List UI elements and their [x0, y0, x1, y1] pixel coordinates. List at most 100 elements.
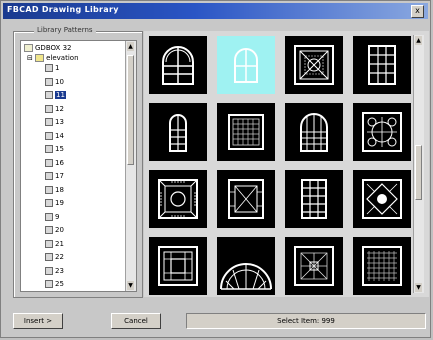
tree-item[interactable]: 14 — [45, 131, 64, 141]
pattern-file-icon — [45, 280, 53, 288]
pattern-file-icon — [45, 131, 53, 140]
pattern-tile-medallion-grille[interactable] — [149, 170, 207, 228]
tree-item-label: 25 — [55, 280, 64, 288]
scroll-thumb[interactable] — [415, 145, 422, 200]
arched-window-icon — [300, 113, 328, 152]
pattern-tile-lattice[interactable] — [217, 103, 275, 161]
tree-item[interactable]: 22 — [45, 252, 64, 262]
pattern-tile-ornate-panel[interactable] — [149, 237, 207, 295]
pattern-tile-arched-window[interactable] — [149, 36, 207, 94]
tree-item[interactable]: 17 — [45, 171, 64, 181]
tree-folder-elevation[interactable]: ⊟ elevation — [27, 53, 79, 63]
pattern-file-icon — [45, 266, 53, 275]
status-bar: Select Item: 999 — [186, 313, 426, 329]
folder-icon — [35, 54, 45, 62]
pattern-file-icon — [45, 91, 53, 99]
scroll-up-icon[interactable]: ▲ — [415, 36, 422, 45]
grille-icon — [158, 246, 198, 286]
pattern-tile-fine-lattice[interactable] — [353, 237, 411, 295]
pattern-grid — [144, 31, 429, 297]
tree-item-label: 11 — [55, 91, 66, 99]
pattern-tile-tall-grid[interactable] — [285, 170, 343, 228]
tree-item-label: 21 — [55, 239, 64, 248]
grille-icon — [362, 179, 402, 219]
pattern-file-icon — [45, 172, 53, 180]
pattern-file-icon — [45, 226, 53, 234]
tree-scrollbar[interactable]: ▲ ▼ — [125, 41, 136, 291]
pattern-tile-selected-window[interactable] — [217, 36, 275, 94]
tree-item-label: 19 — [55, 199, 64, 207]
pattern-file-icon — [45, 199, 53, 207]
grille-icon — [158, 179, 198, 219]
pattern-tile-framed-grille[interactable] — [217, 170, 275, 228]
fanlight-icon — [220, 263, 272, 290]
tree-item[interactable]: 20 — [45, 225, 64, 235]
pattern-tile-grid-window[interactable] — [353, 36, 411, 94]
tree-item-label: 14 — [55, 131, 64, 140]
tree-item[interactable]: 1 — [45, 63, 59, 73]
pattern-file-icon — [45, 77, 53, 86]
lattice-icon — [228, 114, 264, 150]
grid-window-icon — [368, 45, 396, 85]
pattern-tile-gothic-arch[interactable] — [285, 103, 343, 161]
grille-icon — [228, 179, 264, 219]
grille-icon — [362, 112, 402, 152]
close-button[interactable]: x — [411, 5, 424, 18]
pattern-tree[interactable]: GDBOX 32 ⊟ elevation 1 10 11 12 13 14 15 16 17 18… — [20, 40, 137, 292]
scroll-thumb[interactable] — [127, 55, 134, 165]
pattern-file-icon — [45, 64, 53, 72]
arched-window-icon — [169, 114, 187, 152]
grille-icon — [294, 246, 334, 286]
tree-item-label: 15 — [55, 145, 64, 153]
pattern-tile-narrow-arched[interactable] — [149, 103, 207, 161]
tree-item-label: 17 — [55, 172, 64, 180]
pattern-tile-floral-grille[interactable] — [353, 103, 411, 161]
tree-item[interactable]: 15 — [45, 144, 64, 154]
pattern-tile-cross-grille[interactable] — [285, 237, 343, 295]
tree-item[interactable]: 21 — [45, 239, 64, 249]
lattice-icon — [362, 246, 402, 286]
scroll-down-icon[interactable]: ▼ — [415, 283, 422, 292]
tree-item[interactable]: 13 — [45, 117, 64, 127]
folder-icon — [24, 44, 33, 52]
tree-root-label: GDBOX 32 — [35, 44, 72, 52]
tree-item[interactable]: 18 — [45, 185, 64, 195]
tree-item-label: 23 — [55, 266, 64, 275]
tree-item-label: 18 — [55, 185, 64, 194]
library-patterns-group: Library Patterns GDBOX 32 ⊟ elevation 11… — [13, 26, 143, 298]
grid-scrollbar[interactable]: ▲ ▼ — [413, 35, 424, 293]
pattern-tile-ornate-grille[interactable] — [285, 36, 343, 94]
tree-item[interactable]: 25 — [45, 279, 64, 289]
pattern-file-icon — [45, 118, 53, 126]
tree-item[interactable]: 9 — [45, 212, 59, 222]
group-label: Library Patterns — [34, 26, 96, 34]
tree-folder-label: elevation — [46, 54, 79, 62]
pattern-tile-diamond-grille[interactable] — [353, 170, 411, 228]
insert-button[interactable]: Insert > — [13, 313, 63, 329]
tree-item[interactable]: 16 — [45, 158, 64, 168]
pattern-file-icon — [45, 145, 53, 153]
tree-item-label: 1 — [55, 64, 60, 72]
cancel-button[interactable]: Cancel — [111, 313, 161, 329]
pattern-file-icon — [45, 158, 53, 167]
scroll-up-icon[interactable]: ▲ — [127, 42, 134, 51]
tree-item-label: 20 — [55, 226, 64, 234]
tree-item-label: 9 — [55, 212, 60, 221]
pattern-tile-fanlight[interactable] — [217, 237, 275, 295]
arched-window-icon — [234, 48, 258, 83]
drawing-library-dialog: FBCAD Drawing Library x Library Patterns… — [0, 0, 431, 338]
pattern-file-icon — [45, 253, 53, 261]
tree-item[interactable]: 23 — [45, 266, 64, 276]
tree-item-label: 10 — [55, 77, 64, 86]
tree-root[interactable]: GDBOX 32 — [24, 43, 71, 53]
tree-item[interactable]: 12 — [45, 104, 64, 114]
tree-item-label: 12 — [55, 104, 64, 113]
tree-item[interactable]: 11 — [45, 90, 66, 100]
pattern-file-icon — [45, 185, 53, 194]
scroll-down-icon[interactable]: ▼ — [127, 281, 134, 290]
tree-item[interactable]: 19 — [45, 198, 64, 208]
pattern-file-icon — [45, 212, 53, 221]
tree-item-label: 22 — [55, 253, 64, 261]
tree-item[interactable]: 10 — [45, 77, 64, 87]
title-bar: FBCAD Drawing Library x — [3, 3, 428, 19]
